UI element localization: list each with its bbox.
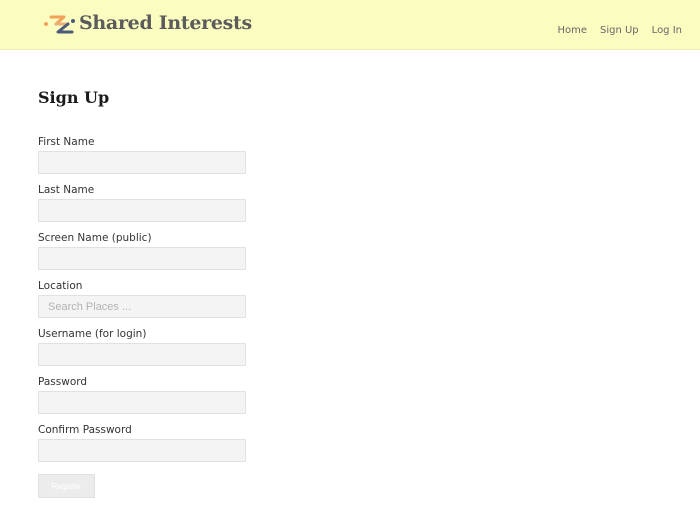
confirm-password-input[interactable] [38, 439, 246, 462]
username-group: Username (for login) [38, 328, 246, 376]
first-name-group: First Name [38, 136, 246, 184]
screen-name-input[interactable] [38, 247, 246, 270]
first-name-label: First Name [38, 136, 95, 148]
screen-name-group: Screen Name (public) [38, 232, 246, 280]
sign-up-form: First Name Last Name Screen Name (public… [38, 136, 246, 472]
last-name-label: Last Name [38, 184, 95, 196]
password-group: Password [38, 376, 246, 424]
screen-name-label: Screen Name (public) [38, 232, 152, 244]
confirm-password-group: Confirm Password [38, 424, 246, 472]
password-label: Password [38, 376, 88, 388]
location-group: Location [38, 280, 246, 328]
location-search-input[interactable] [38, 295, 246, 318]
location-label: Location [38, 280, 83, 292]
last-name-input[interactable] [38, 199, 246, 222]
nav-sign-up-link[interactable]: Sign Up [600, 25, 639, 36]
register-button[interactable]: Register [38, 474, 95, 498]
shared-interests-logo-icon[interactable] [42, 12, 76, 36]
username-input[interactable] [38, 343, 246, 366]
nav-home-link[interactable]: Home [557, 25, 587, 36]
last-name-group: Last Name [38, 184, 246, 232]
confirm-password-label: Confirm Password [38, 424, 132, 436]
main-nav: Home Sign Up Log In [557, 25, 682, 36]
top-navbar: Shared Interests Home Sign Up Log In [0, 0, 700, 50]
username-label: Username (for login) [38, 328, 147, 340]
brand-name[interactable]: Shared Interests [79, 12, 252, 34]
nav-log-in-link[interactable]: Log In [652, 25, 682, 36]
page-title: Sign Up [38, 88, 110, 107]
password-input[interactable] [38, 391, 246, 414]
first-name-input[interactable] [38, 151, 246, 174]
